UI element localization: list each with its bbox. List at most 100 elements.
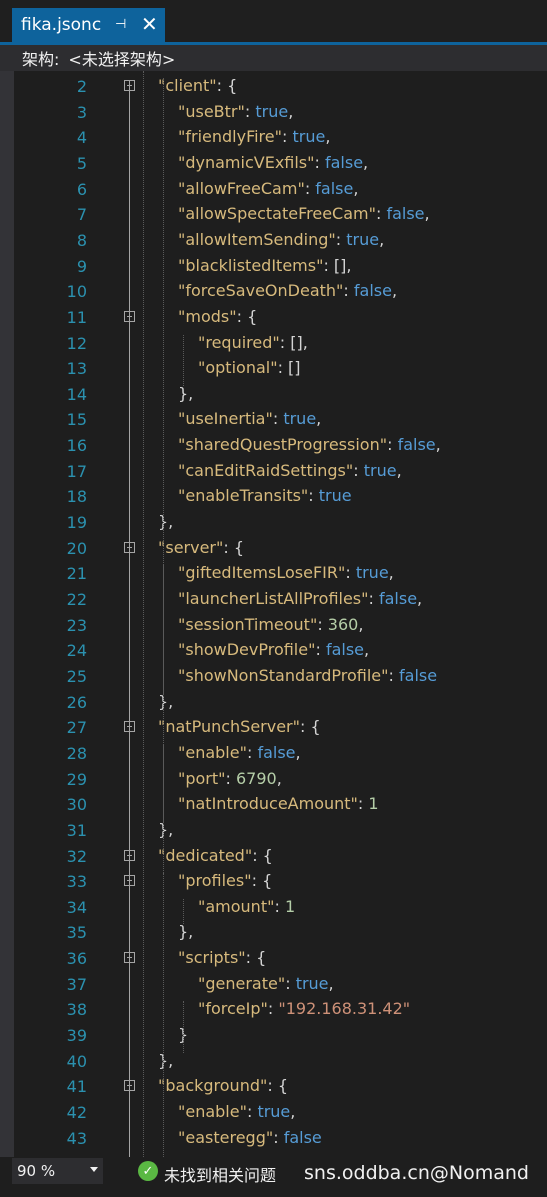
code-token: "enableTransits" — [178, 486, 309, 506]
code-token: true — [363, 460, 397, 480]
code-line[interactable]: 15 "useInertia": true, — [0, 407, 547, 433]
code-text: "dynamicVExfils": false, — [178, 153, 368, 172]
code-line[interactable]: 40}, — [0, 1049, 547, 1075]
code-line[interactable]: 17 "canEditRaidSettings": true, — [0, 459, 547, 485]
code-line[interactable]: 26}, — [0, 690, 547, 716]
code-line[interactable]: 30 "natIntroduceAmount": 1 — [0, 792, 547, 818]
code-text: "optional": [] — [198, 358, 301, 377]
line-number: 22 — [66, 590, 87, 609]
code-line[interactable]: 23 "sessionTimeout": 360, — [0, 613, 547, 639]
code-token: "showNonStandardProfile" — [178, 665, 389, 685]
code-token: true — [295, 973, 329, 993]
code-token: : — [314, 152, 325, 172]
code-line[interactable]: 11 "mods": { — [0, 305, 547, 331]
code-token: "sessionTimeout" — [178, 614, 318, 634]
code-token: : — [267, 999, 279, 1019]
check-circle-icon[interactable]: ✓ — [138, 1161, 158, 1181]
code-line[interactable]: 24 "showDevProfile": false, — [0, 638, 547, 664]
code-token: : — [315, 640, 326, 660]
code-line[interactable]: 38 "forceIp": "192.168.31.42" — [0, 997, 547, 1023]
code-line[interactable]: 41 "background": { — [0, 1074, 547, 1100]
code-token: "profiles" — [178, 871, 252, 891]
code-token: "forceSaveOnDeath" — [178, 281, 344, 301]
line-number: 16 — [66, 436, 87, 456]
code-line[interactable]: 19}, — [0, 510, 547, 536]
code-token: , — [353, 178, 359, 198]
code-token: , — [424, 204, 430, 224]
document-tab[interactable]: fika.jsonc ⊣ ✕ — [12, 8, 165, 42]
line-number: 15 — [66, 410, 87, 430]
zoom-dropdown[interactable]: 90 % — [12, 1158, 103, 1184]
pin-icon[interactable]: ⊣ — [115, 17, 126, 32]
code-line[interactable]: 12 "required": [], — [0, 331, 547, 357]
code-editor[interactable]: 2 "client": {3 "useBtr": true, 4 "friendlyFi… — [0, 71, 547, 1157]
line-number: 10 — [66, 282, 87, 302]
code-line[interactable]: 9 "blacklistedItems": [], — [0, 254, 547, 280]
code-line[interactable]: 5 "dynamicVExfils": false, — [0, 151, 547, 177]
code-token: , — [364, 640, 370, 660]
code-line[interactable]: 4 "friendlyFire": true, — [0, 125, 547, 151]
code-line[interactable]: 16 "sharedQuestProgression": false, — [0, 433, 547, 459]
code-line[interactable]: 6 "allowFreeCam": false, — [0, 177, 547, 203]
code-token: , — [325, 127, 331, 147]
code-line[interactable]: 7 "allowSpectateFreeCam": false, — [0, 202, 547, 228]
code-text: "friendlyFire": true, — [178, 127, 330, 146]
code-line[interactable]: 39} — [0, 1023, 547, 1049]
code-token: : — [357, 794, 369, 814]
code-token: "scripts" — [178, 948, 246, 968]
code-line[interactable]: 35}, — [0, 920, 547, 946]
code-token: "allowSpectateFreeCam" — [178, 204, 376, 224]
code-token: "port" — [178, 768, 226, 788]
code-token: : { — [300, 717, 321, 737]
line-number: 32 — [66, 846, 87, 866]
code-token: : — [272, 409, 284, 429]
code-token: "enable" — [178, 1102, 247, 1121]
code-line[interactable]: 25 "showNonStandardProfile": false — [0, 664, 547, 690]
code-token: : — [387, 435, 398, 455]
indent-guide — [163, 873, 164, 1053]
code-token: 360 — [327, 614, 359, 634]
tab-title: fika.jsonc — [21, 15, 102, 35]
code-token: : — [246, 1102, 258, 1121]
code-line[interactable]: 31}, — [0, 818, 547, 844]
code-token: "easteregg" — [178, 1127, 274, 1147]
code-line[interactable]: 42 "enable": true, — [0, 1100, 547, 1126]
code-token: "server" — [158, 537, 224, 557]
zoom-value: 90 % — [17, 1162, 56, 1180]
code-line[interactable]: 13 "optional": [] — [0, 356, 547, 382]
code-line[interactable]: 2 "client": { — [0, 74, 547, 100]
code-line[interactable]: 33 "profiles": { — [0, 869, 547, 895]
code-token: "background" — [158, 1076, 268, 1096]
code-token: , — [276, 768, 282, 788]
code-line[interactable]: 8 "allowItemSending": true, — [0, 228, 547, 254]
code-line[interactable]: 21 "giftedItemsLoseFIR": true, — [0, 561, 547, 587]
code-token: : [] — [277, 358, 301, 378]
code-token: : — [345, 563, 356, 583]
code-line[interactable]: 43 "easteregg": false — [0, 1126, 547, 1152]
code-token: "mods" — [178, 306, 237, 326]
issues-status[interactable]: 未找到相关问题 — [164, 1162, 276, 1186]
code-line[interactable]: 36 "scripts": { — [0, 946, 547, 972]
code-line[interactable]: 37 "generate": true, — [0, 972, 547, 998]
code-line[interactable]: 3 "useBtr": true, — [0, 100, 547, 126]
code-token: , — [417, 589, 423, 608]
code-line[interactable]: 27 "natPunchServer": { — [0, 715, 547, 741]
code-line[interactable]: 20 "server": { — [0, 536, 547, 562]
code-line[interactable]: 34 "amount": 1 — [0, 895, 547, 921]
code-token: : — [225, 768, 236, 788]
code-token: "optional" — [198, 358, 278, 378]
code-line[interactable]: 32 "dedicated": { — [0, 844, 547, 870]
code-line[interactable]: 14}, — [0, 382, 547, 408]
line-number: 36 — [66, 949, 87, 969]
code-text: "useInertia": true, — [178, 409, 321, 428]
close-icon[interactable]: ✕ — [141, 12, 158, 36]
architecture-dropdown[interactable]: <未选择架构> — [68, 46, 175, 70]
code-token: true — [355, 563, 389, 583]
line-number: 37 — [66, 974, 87, 994]
code-line[interactable]: 28 "enable": false, — [0, 741, 547, 767]
code-line[interactable]: 29 "port": 6790, — [0, 767, 547, 793]
indent-guide — [163, 744, 164, 822]
code-line[interactable]: 22 "launcherListAllProfiles": false, — [0, 587, 547, 613]
code-line[interactable]: 18 "enableTransits": true — [0, 484, 547, 510]
code-line[interactable]: 10 "forceSaveOnDeath": false, — [0, 279, 547, 305]
